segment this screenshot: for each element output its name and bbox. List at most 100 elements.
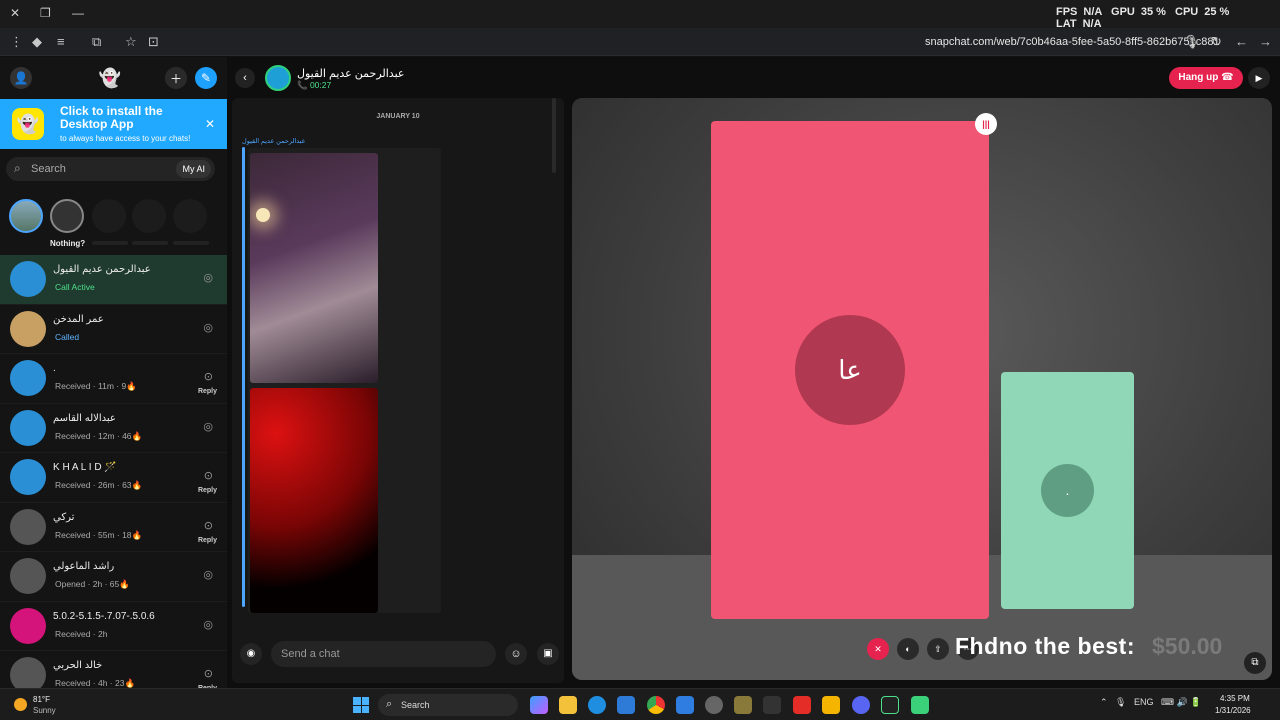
close-icon[interactable]: ✕ — [205, 117, 215, 131]
my-ai-button[interactable]: My AI — [176, 160, 211, 178]
new-chat-icon[interactable]: ✎ — [195, 67, 217, 89]
add-friend-icon[interactable]: ＋ — [165, 67, 187, 89]
reply-label[interactable]: Reply — [198, 388, 217, 395]
chat-input[interactable] — [271, 641, 496, 667]
picture-in-picture-icon[interactable]: ⧉ — [1244, 652, 1266, 674]
windows-taskbar: 81°F Sunny ⌕ Search ⌃ 🎙 ENG ⌨ 🔊 🔋 4:35 P… — [0, 688, 1280, 720]
participant-tile-self[interactable]: . — [1001, 372, 1134, 609]
address-bar[interactable]: snapchat.com/web/7c0b46aa-5fee-5a50-8ff5… — [925, 36, 1220, 48]
mic-icon[interactable]: 🎙 — [1183, 34, 1200, 50]
avatar[interactable] — [10, 657, 46, 688]
avatar[interactable] — [10, 558, 46, 594]
file-explorer-icon[interactable] — [559, 696, 577, 714]
search-bar[interactable]: ⌕ Search My AI — [6, 157, 215, 181]
chat-list-item[interactable]: راشد الماعولي Opened · 2h · 65🔥 ◎ — [0, 552, 227, 602]
camera-icon[interactable]: ◎ — [203, 420, 213, 433]
sticker-icon[interactable]: ▣ — [537, 643, 559, 665]
chrome-icon[interactable] — [647, 696, 665, 714]
story-label: Nothing? — [50, 239, 86, 248]
sidebar-header: 👤 👻 ＋ ✎ — [0, 57, 227, 99]
chat-list-item[interactable]: 5.0.2-5.1.5-.7.07-.5.0.6 Received · 2h ◎ — [0, 602, 227, 651]
camera-icon[interactable]: ◐ — [897, 638, 919, 660]
avatar[interactable] — [10, 310, 46, 347]
menu-dots-icon[interactable]: ⋮ — [10, 34, 23, 50]
weather-sun-icon — [14, 698, 27, 711]
minimize-window-icon[interactable]: — — [72, 6, 84, 20]
chat-list-item[interactable]: . Received · 11m · 9🔥 ⊙ Reply — [0, 354, 227, 404]
chat-list-item[interactable]: عبدالاله القاسم Received · 12m · 46🔥 ◎ — [0, 404, 227, 453]
avatar[interactable] — [10, 508, 46, 545]
reader-icon[interactable]: ≡ — [57, 34, 65, 49]
story-avatar[interactable] — [9, 199, 43, 233]
reply-label[interactable]: Reply — [198, 487, 217, 494]
collections-icon[interactable]: ⊡ — [148, 34, 159, 50]
reload-icon[interactable]: ↻ — [1211, 34, 1222, 50]
emoji-icon[interactable]: ☺ — [505, 643, 527, 665]
chat-list-item[interactable]: عمر المدخن Called ◎ — [0, 305, 227, 354]
avatar[interactable] — [10, 360, 46, 396]
chat-list-item[interactable]: K H A L I D 🪄 Received · 26m · 63🔥 ⊙ Reply — [0, 453, 227, 503]
avatar[interactable] — [265, 65, 291, 91]
chat-list-item[interactable]: خالد الحربيReceived · 4h · 23🔥⊙Reply — [0, 651, 227, 688]
camera-icon[interactable]: ◎ — [203, 618, 213, 631]
camera-icon[interactable]: ◉ — [240, 643, 262, 665]
camera-icon[interactable]: ⊙ — [204, 667, 213, 680]
camera-icon[interactable]: ⊙ — [204, 519, 213, 532]
avatar[interactable] — [10, 607, 46, 644]
back-button[interactable]: ‹ — [235, 68, 255, 88]
app-icon[interactable] — [822, 696, 840, 714]
story-placeholder — [173, 199, 207, 233]
tabs-icon[interactable]: ⧉ — [92, 34, 101, 50]
avatar[interactable] — [10, 409, 46, 446]
share-screen-icon[interactable]: ⇧ — [927, 638, 949, 660]
discord-icon[interactable] — [852, 696, 870, 714]
app-icon[interactable] — [705, 696, 723, 714]
reply-label[interactable]: Reply — [198, 537, 217, 544]
scrollbar[interactable] — [552, 98, 556, 173]
system-tray[interactable]: ⌃ 🎙 ENG ⌨ 🔊 🔋 — [1100, 697, 1201, 708]
avatar[interactable] — [10, 261, 46, 297]
edge-icon[interactable] — [588, 696, 606, 714]
app-icon[interactable] — [911, 696, 929, 714]
camera-icon[interactable]: ⊙ — [204, 469, 213, 482]
install-subtitle: to always have access to your chats! — [60, 134, 191, 143]
weather-temp[interactable]: 81°F — [33, 695, 50, 704]
camera-icon[interactable]: ◎ — [203, 568, 213, 581]
terminal-icon[interactable] — [881, 696, 899, 714]
profile-avatar[interactable]: 👤 — [10, 67, 32, 89]
app-icon[interactable] — [734, 696, 752, 714]
camera-icon[interactable]: ◎ — [203, 271, 213, 284]
story-bar — [92, 241, 128, 245]
story-avatar[interactable] — [50, 199, 84, 233]
snap-media[interactable] — [250, 153, 378, 383]
camera-icon[interactable]: ⊙ — [204, 370, 213, 383]
forward-arrow-icon[interactable]: → — [1259, 34, 1272, 49]
snap-media[interactable] — [250, 388, 378, 613]
mic-off-icon[interactable]: ✕ — [867, 638, 889, 660]
participant-tile-main[interactable]: عا ||| — [711, 113, 997, 619]
copilot-icon[interactable] — [530, 696, 548, 714]
capcut-icon[interactable] — [763, 696, 781, 714]
camera-icon[interactable]: ◎ — [203, 321, 213, 334]
install-title[interactable]: Click to install the Desktop App — [60, 105, 200, 131]
language-indicator[interactable]: ENG — [1134, 697, 1154, 707]
extension-icon[interactable]: ◆ — [32, 34, 42, 50]
taskbar-search[interactable]: ⌕ Search — [378, 694, 518, 716]
back-arrow-icon[interactable]: ← — [1235, 34, 1248, 49]
close-window-icon[interactable]: ✕ — [10, 6, 20, 20]
snapchat-ghost-icon[interactable]: 👻 — [97, 65, 123, 91]
store-icon[interactable] — [617, 696, 635, 714]
install-app-banner[interactable]: 👻 Click to install the Desktop App to al… — [0, 99, 227, 149]
start-icon[interactable] — [353, 697, 369, 713]
youtube-icon[interactable] — [793, 696, 811, 714]
star-icon[interactable]: ☆ — [125, 34, 137, 50]
avatar[interactable] — [10, 459, 46, 495]
expand-icon[interactable]: ▶ — [1248, 67, 1270, 89]
snipping-tool-icon[interactable] — [676, 696, 694, 714]
clock-time[interactable]: 4:35 PM — [1220, 694, 1250, 703]
chat-list-item[interactable]: عبدالرحمن عديم القيول Call Active ◎ — [0, 255, 227, 305]
clock-date[interactable]: 1/31/2026 — [1215, 706, 1251, 715]
hang-up-button[interactable]: Hang up ☎ — [1169, 67, 1243, 89]
restore-window-icon[interactable]: ❐ — [40, 6, 51, 20]
chat-list-item[interactable]: تركي Received · 55m · 18🔥 ⊙ Reply — [0, 503, 227, 552]
